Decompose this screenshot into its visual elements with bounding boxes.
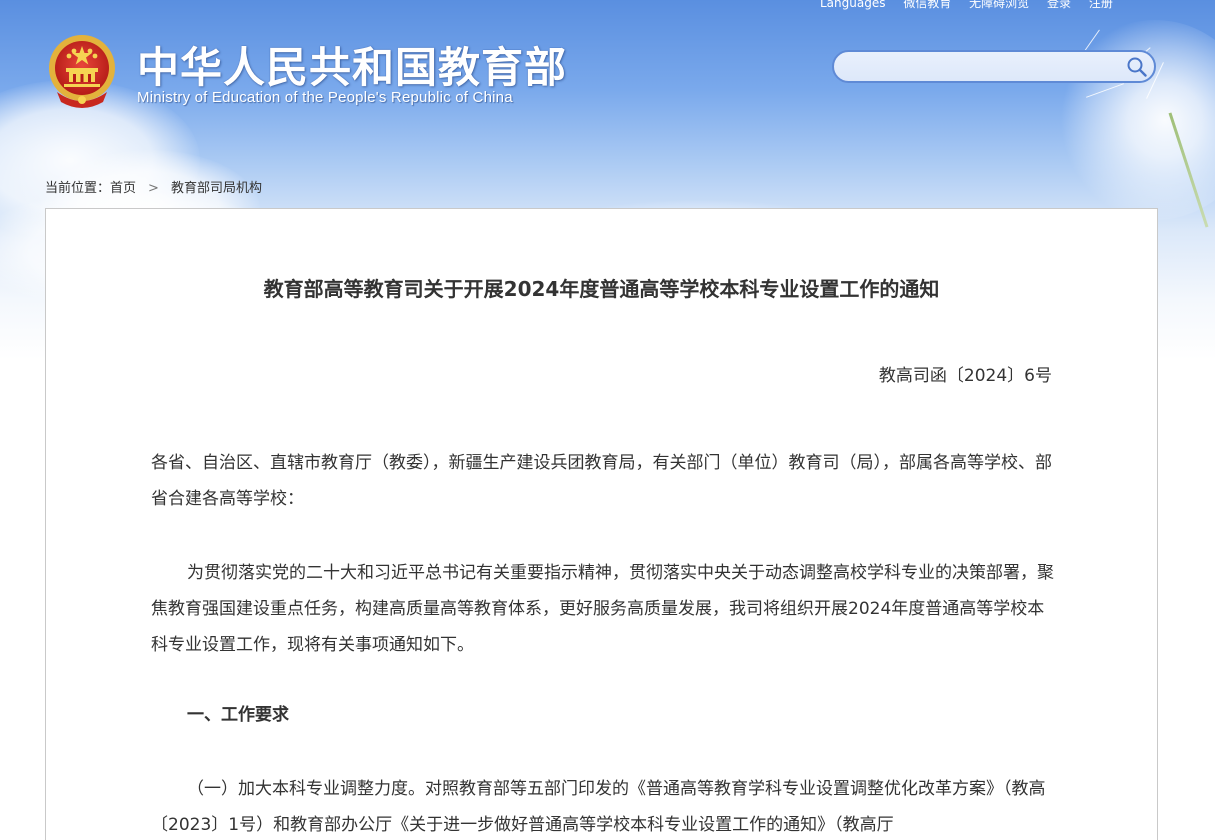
register-link[interactable]: 注册 [1089,0,1113,11]
search-box [832,50,1156,83]
document-number: 教高司函〔2024〕6号 [878,366,1052,386]
national-emblem-icon [47,32,117,108]
breadcrumb: 当前位置：首页 > 教育部司局机构 [45,177,262,196]
breadcrumb-department-link[interactable]: 教育部司局机构 [171,181,262,196]
site-subtitle: Ministry of Education of the People's Re… [137,89,513,106]
wechat-link[interactable]: 微信教育 [903,0,951,11]
intro-paragraph: 为贯彻落实党的二十大和习近平总书记有关重要指示精神，贯彻落实中央关于动态调整高校… [151,563,1054,655]
chevron-right-icon: > [148,181,159,196]
accessibility-link[interactable]: 无障碍浏览 [969,0,1029,11]
article-panel: 教育部高等教育司关于开展2024年度普通高等学校本科专业设置工作的通知 教高司函… [45,208,1158,840]
breadcrumb-home-link[interactable]: 首页 [110,181,136,196]
article-title: 教育部高等教育司关于开展2024年度普通高等学校本科专业设置工作的通知 [263,277,940,301]
site-title: 中华人民共和国教育部 [137,43,568,92]
section-heading: 一、工作要求 [187,705,289,725]
search-input[interactable] [846,56,1120,80]
breadcrumb-prefix: 当前位置： [45,181,111,196]
item-paragraph: （一）加大本科专业调整力度。对照教育部等五部门印发的《普通高等教育学科专业设置调… [151,779,1046,835]
login-link[interactable]: 登录 [1047,0,1071,11]
top-links: Languages 微信教育 无障碍浏览 登录 注册 [820,0,1127,10]
search-icon[interactable] [1126,56,1148,78]
languages-link[interactable]: Languages [820,0,885,10]
recipient-paragraph: 各省、自治区、直辖市教育厅（教委），新疆生产建设兵团教育局，有关部门（单位）教育… [151,453,1052,509]
